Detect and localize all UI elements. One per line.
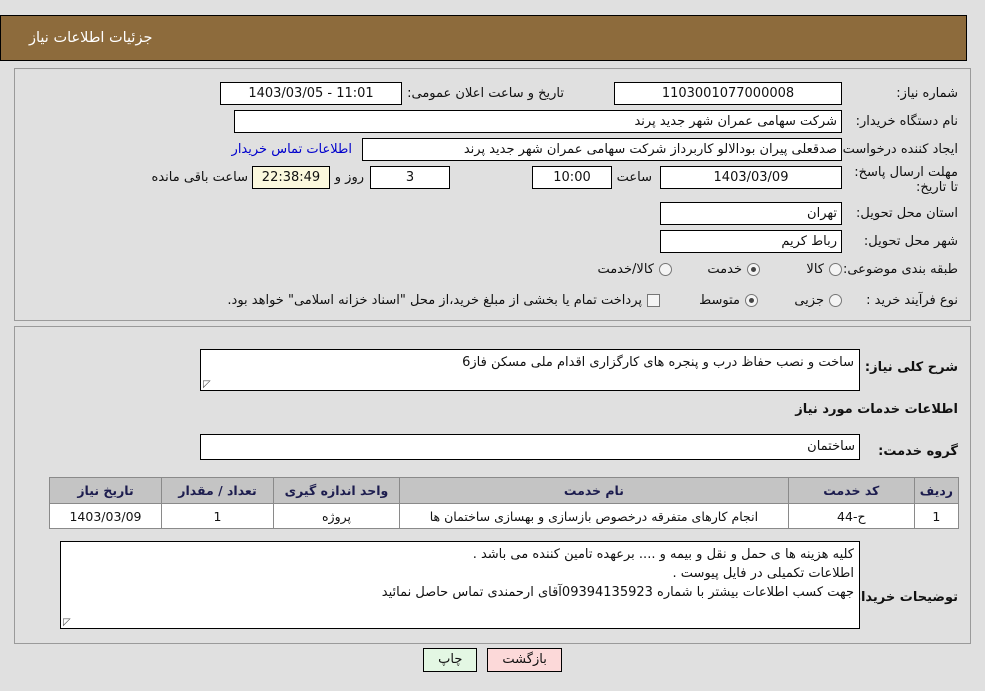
radio-process-motavaset[interactable]: متوسط bbox=[699, 293, 758, 308]
province-label: استان محل تحویل: bbox=[856, 205, 958, 221]
deadline-label: مهلت ارسال پاسخ: تا تاریخ: bbox=[854, 165, 958, 195]
radio-label-kala: کالا bbox=[806, 261, 824, 277]
radio-dot-kala[interactable] bbox=[829, 262, 842, 276]
th-name: نام خدمت bbox=[399, 477, 789, 504]
notes-line-2: اطلاعات تکمیلی در فایل پیوست . bbox=[672, 566, 854, 581]
table-header-row: ردیف کد خدمت نام خدمت واحد اندازه گیری ت… bbox=[49, 477, 960, 504]
service-group-value[interactable]: ساختمان bbox=[200, 434, 860, 460]
description-value: ساخت و نصب حفاظ درب و پنجره های کارگزاری… bbox=[462, 355, 854, 370]
city-value[interactable]: رباط کریم bbox=[660, 229, 842, 253]
cell-name: انجام کارهای متفرقه درخصوص بازسازی و بهس… bbox=[399, 503, 789, 529]
process-label: نوع فرآیند خرید : bbox=[866, 292, 958, 308]
creator-value[interactable]: صدقعلی پیران بودالالو کاربرداز شرکت سهام… bbox=[362, 137, 842, 161]
days-remaining-value[interactable]: 3 bbox=[370, 165, 450, 189]
services-section-title: اطلاعات خدمات مورد نیاز bbox=[795, 401, 958, 417]
radio-dot-kala-khedmat[interactable] bbox=[659, 262, 672, 276]
table-row[interactable]: 1 ح-44 انجام کارهای متفرقه درخصوص بازساز… bbox=[49, 503, 960, 529]
description-textarea[interactable]: ساخت و نصب حفاظ درب و پنجره های کارگزاری… bbox=[200, 349, 860, 391]
radio-dot-khedmat[interactable] bbox=[747, 262, 760, 276]
announce-value[interactable]: 11:01 - 1403/03/05 bbox=[220, 81, 402, 105]
th-qty: تعداد / مقدار bbox=[161, 477, 274, 504]
th-row: ردیف bbox=[913, 477, 960, 504]
tender-details-page: AriaTender.net جزئیات اطلاعات نیاز شماره… bbox=[0, 0, 985, 691]
city-label: شهر محل تحویل: bbox=[863, 233, 958, 249]
treasury-checkbox[interactable] bbox=[647, 293, 660, 307]
services-table: ردیف کد خدمت نام خدمت واحد اندازه گیری ت… bbox=[49, 477, 960, 529]
buyer-org-label: نام دستگاه خریدار: bbox=[855, 113, 958, 129]
th-code: کد خدمت bbox=[787, 477, 915, 504]
announce-label: تاریخ و ساعت اعلان عمومی: bbox=[407, 85, 564, 101]
service-details-panel: شرح کلی نیاز: ساخت و نصب حفاظ درب و پنجر… bbox=[14, 326, 971, 644]
service-group-label: گروه خدمت: bbox=[878, 443, 958, 459]
category-label: طبقه بندی موضوعی: bbox=[842, 261, 958, 277]
th-unit: واحد اندازه گیری bbox=[273, 477, 400, 504]
resize-grip-icon[interactable]: ◸ bbox=[203, 380, 212, 390]
radio-label-motavaset: متوسط bbox=[699, 292, 740, 308]
cell-date: 1403/03/09 bbox=[49, 503, 162, 529]
page-title: جزئیات اطلاعات نیاز bbox=[0, 15, 967, 61]
notes-line-1: کلیه هزینه ها ی حمل و نقل و بیمه و .... … bbox=[472, 547, 854, 562]
radio-dot-motavaset[interactable] bbox=[745, 293, 758, 307]
description-label: شرح کلی نیاز: bbox=[864, 359, 958, 375]
deadline-date[interactable]: 1403/03/09 bbox=[660, 165, 842, 189]
action-buttons: بازگشت چاپ bbox=[0, 648, 985, 672]
remaining-label: ساعت باقی مانده bbox=[151, 169, 248, 185]
buyer-contact-link[interactable]: اطلاعات تماس خریدار bbox=[232, 142, 352, 157]
radio-process-jozee[interactable]: جزیی bbox=[794, 293, 842, 308]
radio-label-jozee: جزیی bbox=[794, 292, 824, 308]
radio-category-kala[interactable]: کالا bbox=[806, 262, 842, 277]
th-date: تاریخ نیاز bbox=[49, 477, 162, 504]
hour-label: ساعت bbox=[616, 169, 652, 185]
radio-category-kala-khedmat[interactable]: کالا/خدمت bbox=[597, 262, 672, 277]
notes-line-3: جهت کسب اطلاعات بیشتر با شماره 093941359… bbox=[381, 585, 854, 600]
treasury-checkbox-group[interactable]: پرداخت تمام یا بخشی از مبلغ خرید،از محل … bbox=[227, 293, 660, 308]
treasury-checkbox-label: پرداخت تمام یا بخشی از مبلغ خرید،از محل … bbox=[227, 292, 642, 308]
cell-code: ح-44 bbox=[787, 503, 915, 529]
days-label: روز و bbox=[334, 169, 364, 185]
need-info-panel: شماره نیاز: 1103001077000008 تاریخ و ساع… bbox=[14, 68, 971, 321]
back-button[interactable]: بازگشت bbox=[487, 648, 562, 672]
notes-label: توضیحات خریدار: bbox=[848, 589, 958, 605]
deadline-time[interactable]: 10:00 bbox=[532, 165, 612, 189]
cell-row: 1 bbox=[913, 503, 960, 529]
radio-label-khedmat: خدمت bbox=[707, 261, 742, 277]
creator-label: ایجاد کننده درخواست: bbox=[838, 141, 958, 157]
radio-category-khedmat[interactable]: خدمت bbox=[707, 262, 760, 277]
radio-dot-jozee[interactable] bbox=[829, 293, 842, 307]
cell-qty: 1 bbox=[161, 503, 274, 529]
notes-resize-grip-icon[interactable]: ◸ bbox=[63, 618, 72, 628]
need-number-label: شماره نیاز: bbox=[896, 85, 958, 101]
countdown-timer: 22:38:49 bbox=[252, 165, 330, 189]
province-value[interactable]: تهران bbox=[660, 201, 842, 225]
buyer-org-value[interactable]: شرکت سهامی عمران شهر جدید پرند bbox=[234, 109, 842, 133]
cell-unit: پروژه bbox=[273, 503, 400, 529]
buyer-notes-textarea[interactable]: کلیه هزینه ها ی حمل و نقل و بیمه و .... … bbox=[60, 541, 860, 629]
print-button[interactable]: چاپ bbox=[423, 648, 478, 672]
need-number-value[interactable]: 1103001077000008 bbox=[614, 81, 842, 105]
radio-label-kala-khedmat: کالا/خدمت bbox=[597, 261, 654, 277]
